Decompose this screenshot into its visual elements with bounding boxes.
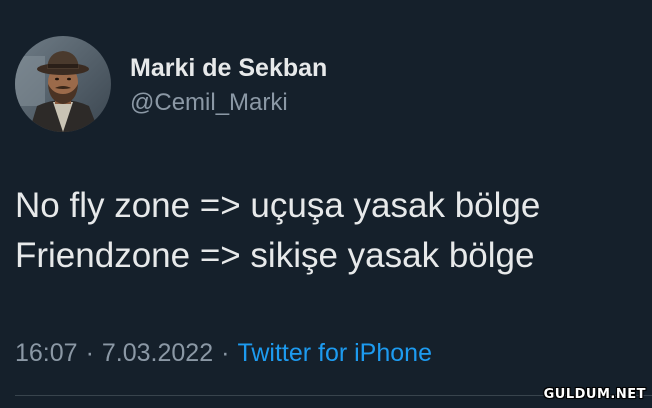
tweet-source-link[interactable]: Twitter for iPhone: [237, 339, 432, 367]
avatar-image: [15, 36, 111, 132]
tweet-meta: 16:07 · 7.03.2022 · Twitter for iPhone: [15, 339, 432, 368]
tweet-text: No fly zone => uçuşa yasak bölge Friendz…: [15, 181, 645, 281]
author-display-name[interactable]: Marki de Sekban: [130, 54, 327, 83]
tweet-date[interactable]: 7.03.2022: [102, 339, 213, 367]
meta-separator: ·: [85, 339, 94, 367]
watermark: GULDUM.NET: [543, 387, 646, 402]
meta-separator: ·: [221, 339, 230, 367]
tweet-time[interactable]: 16:07: [15, 339, 78, 367]
tweet-line: Friendzone => sikişe yasak bölge: [15, 236, 535, 275]
avatar[interactable]: [15, 36, 111, 132]
author-handle[interactable]: @Cemil_Marki: [130, 89, 288, 117]
tweet-line: No fly zone => uçuşa yasak bölge: [15, 186, 541, 225]
tweet-card: Marki de Sekban @Cemil_Marki No fly zone…: [0, 0, 652, 408]
